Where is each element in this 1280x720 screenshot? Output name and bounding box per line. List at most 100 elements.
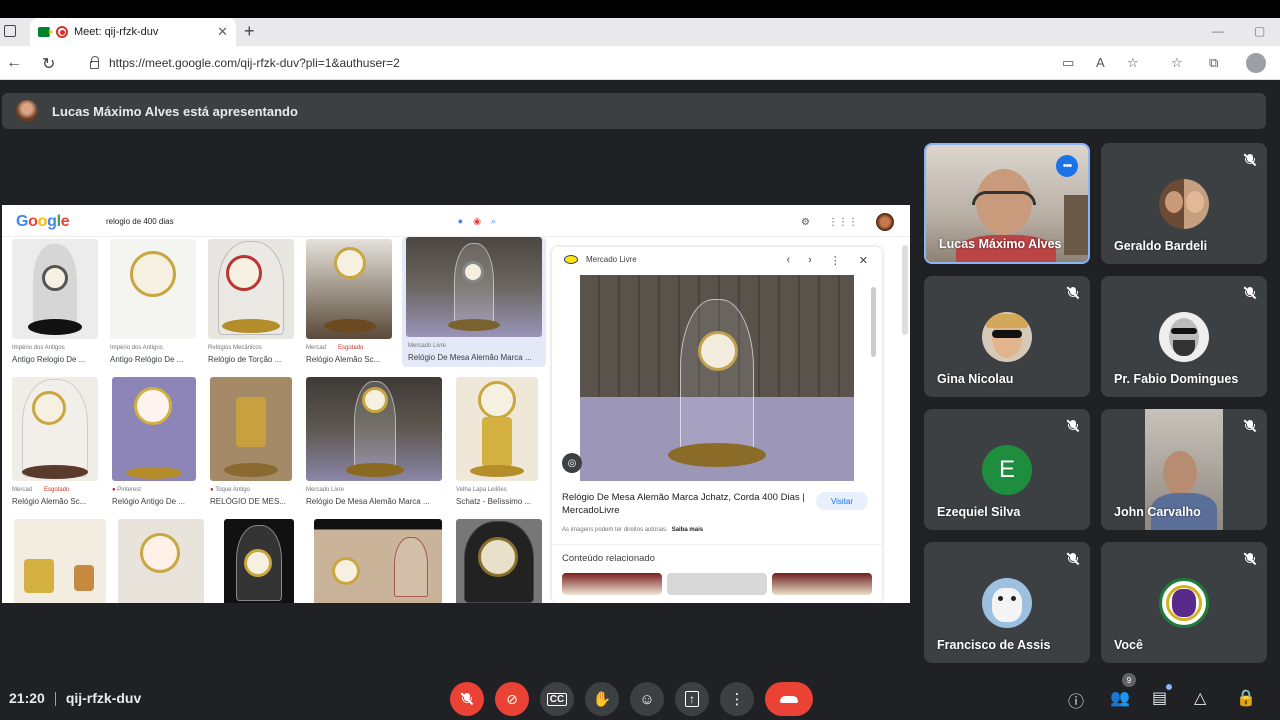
more-vert-icon: ⋮ [829,255,841,267]
result-thumbnail [12,239,98,339]
participant-tile-francisco[interactable]: Francisco de Assis [924,542,1090,663]
voice-search-icon: ● [457,216,464,226]
mic-off-icon [1243,153,1257,167]
google-account-avatar [876,213,894,231]
activities-icon[interactable]: △ [1194,688,1206,708]
result-thumbnail [14,519,106,603]
mic-off-icon [1243,419,1257,433]
result-source: Mercado Livre [306,487,345,493]
result-caption: Antigo Relógio De ... [110,355,184,364]
participant-avatar [982,312,1032,362]
hand-icon: ✋ [592,691,612,708]
profile-avatar[interactable] [1246,53,1266,73]
participant-tile-john[interactable]: John Carvalho [1101,409,1267,530]
add-favorite-icon[interactable]: ☆ [1127,55,1139,71]
present-button[interactable]: ↑ [675,682,709,716]
captions-button[interactable]: CC [540,682,574,716]
people-icon[interactable]: 👥 [1110,688,1130,708]
url-text: https://meet.google.com/qij-rfzk-duv?pli… [109,56,400,70]
url-field[interactable]: https://meet.google.com/qij-rfzk-duv?pli… [76,50,1152,76]
google-logo: Google [16,213,70,230]
result-caption: Relógio De Mesa Alemão Marca ... [408,353,532,362]
chat-notification-dot [1166,684,1172,690]
reload-icon[interactable]: ↻ [42,54,55,74]
browser-tab[interactable]: Meet: qij-rfzk-duv ✕ [30,18,236,46]
maximize-icon[interactable]: ▢ [1254,24,1265,38]
back-icon[interactable]: ← [6,54,22,72]
minimize-icon[interactable]: — [1212,24,1224,38]
visit-button: Visitar [816,492,868,510]
reactions-button[interactable]: ☺ [630,682,664,716]
new-tab-icon[interactable]: + [244,21,255,42]
copyright-notice: As imagens podem ter direitos autorais. S… [562,527,704,533]
panel-scrollbar [871,287,876,357]
mic-off-icon [460,692,474,706]
people-count-badge: 9 [1122,673,1136,687]
prev-icon: ‹ [786,254,791,266]
participant-tile-ezequiel[interactable]: E Ezequiel Silva [924,409,1090,530]
favorites-icon[interactable]: ☆ [1171,55,1183,71]
result-thumbnail [210,377,292,481]
panel-title: Relógio De Mesa Alemão Marca Jchatz, Cor… [562,492,805,516]
close-tab-icon[interactable]: ✕ [217,24,228,40]
address-bar: ← ↻ https://meet.google.com/qij-rfzk-duv… [0,46,1280,80]
result-thumbnail [224,519,294,603]
page-scrollbar [902,245,908,335]
related-thumbnail [667,573,767,595]
tab-actions-icon[interactable] [4,25,16,37]
recording-icon [56,26,68,38]
lens-search-icon: ◉ [473,215,481,226]
search-icon: ⌕ [490,215,496,226]
panel-controls: ‹ › ⋮ ✕ [786,254,868,267]
result-source: Império dos Antigos [110,345,163,351]
lens-icon: ◎ [562,453,582,473]
more-options-button[interactable]: ⋮ [720,682,754,716]
apps-grid-icon: ⋮⋮⋮ [828,216,858,228]
tab-strip: Meet: qij-rfzk-duv ✕ + — ▢ [0,18,1280,46]
participant-name: Pr. Fabio Domingues [1114,372,1239,386]
result-caption: Relógio Alemão Sc... [306,355,381,364]
mic-off-icon [1243,552,1257,566]
camera-permission-icon[interactable]: ▭ [1062,55,1074,71]
participant-tile-geraldo[interactable]: Geraldo Bardeli [1101,143,1267,264]
related-thumbnail [772,573,872,595]
meeting-info: 21:20 qij-rfzk-duv [9,690,142,707]
result-thumbnail [456,519,542,603]
result-source: ● Toque Antigo [210,487,250,493]
settings-gear-icon: ⚙ [801,216,810,228]
chat-icon[interactable]: ▤ [1152,688,1167,708]
mic-toggle-button[interactable] [450,682,484,716]
more-options-icon[interactable]: ••• [1056,155,1078,177]
mic-off-icon [1066,552,1080,566]
result-caption: RELÓGIO DE MES... [210,497,287,506]
participant-tile-lucas[interactable]: ••• Lucas Máximo Alves [924,143,1090,264]
panel-divider [552,544,882,545]
google-search-box: relogio de 400 dias ● ◉ ⌕ [96,210,506,232]
camera-toggle-button[interactable]: ⊘ [495,682,529,716]
leave-call-button[interactable] [765,682,813,716]
read-aloud-icon[interactable]: A [1096,55,1105,70]
participant-name: John Carvalho [1114,505,1201,519]
participant-avatar [982,578,1032,628]
participant-avatar [1159,179,1209,229]
meeting-code: qij-rfzk-duv [65,690,142,706]
camera-off-icon: ⊘ [506,690,518,707]
result-caption: Relógio Antigo De ... [112,497,185,506]
result-source: Relógios Mecânicos [208,345,262,351]
participant-tile-gina[interactable]: Gina Nicolau [924,276,1090,397]
meeting-details-icon[interactable]: ⓘ [1068,688,1084,712]
participant-tile-fabio[interactable]: Pr. Fabio Domingues [1101,276,1267,397]
tab-title: Meet: qij-rfzk-duv [74,26,159,38]
host-controls-icon[interactable]: 🔒 [1236,688,1256,708]
result-thumbnail [306,377,442,481]
result-thumbnail [12,377,98,481]
participant-tile-voce[interactable]: Você [1101,542,1267,663]
result-caption: Relógio Alemão Sc... [12,497,87,506]
presenter-avatar [16,100,38,122]
related-thumbnail [562,573,662,595]
collections-icon[interactable]: ⧉ [1209,55,1218,71]
result-source: Mercad Esgotado [12,487,70,493]
result-caption: Schatz - Belíssimo ... [456,497,532,506]
raise-hand-button[interactable]: ✋ [585,682,619,716]
result-thumbnail [118,519,204,603]
